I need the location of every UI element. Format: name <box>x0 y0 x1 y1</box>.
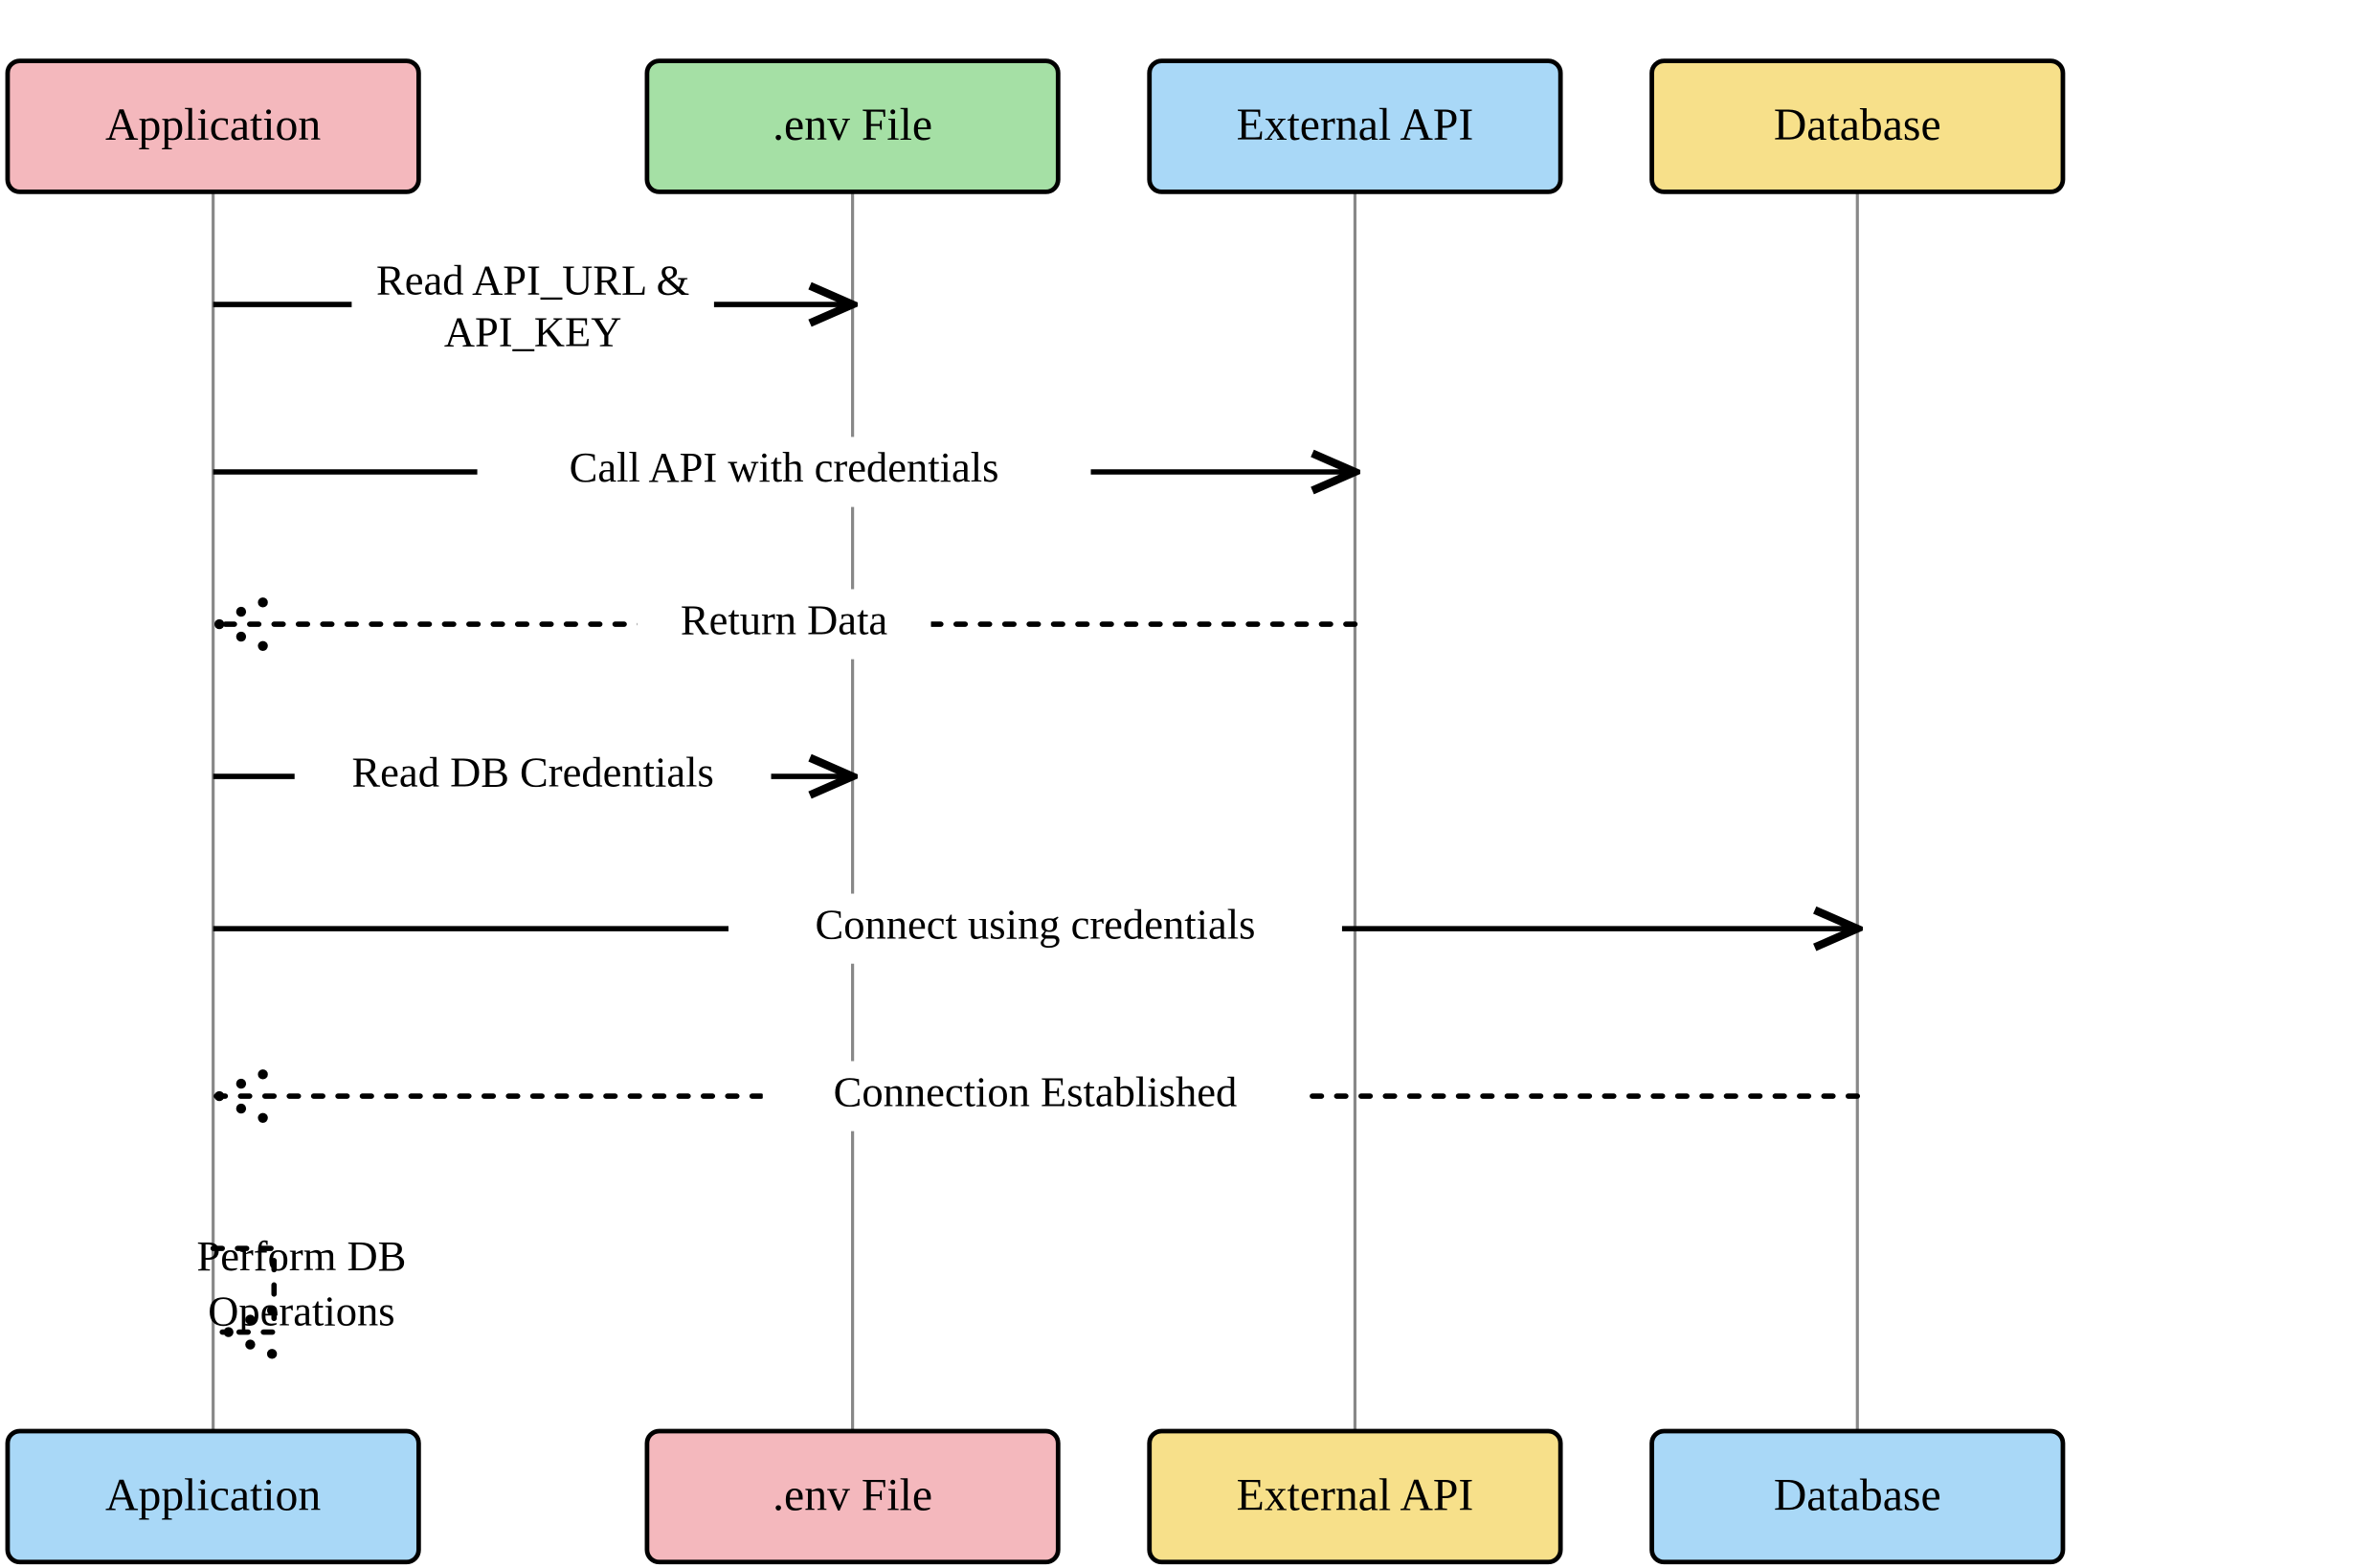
sequence-diagram: Read API_URL &API_KEY Call API with crede… <box>0 0 2375 1568</box>
message-2-label: Return Data <box>681 595 888 643</box>
participant-api-bottom-label: External API <box>1237 1469 1474 1520</box>
message-0-label: Read API_URL & <box>376 257 689 304</box>
message-1-label: Call API with credentials <box>570 443 999 491</box>
participant-env-top-label: .env File <box>773 100 932 150</box>
participant-api-top-label: External API <box>1237 100 1474 150</box>
participant-app-bottom-label: Application <box>105 1469 321 1520</box>
message-6-label2: Operations <box>208 1287 394 1334</box>
participant-db-bottom-label: Database <box>1774 1469 1941 1520</box>
participant-app-top-label: Application <box>105 100 321 150</box>
message-6-label: Perform DB <box>196 1232 406 1280</box>
participant-env-bottom-label: .env File <box>773 1469 932 1520</box>
message-5-label: Connection Established <box>834 1067 1238 1115</box>
message-0-label2: API_KEY <box>444 308 621 356</box>
participant-db-top-label: Database <box>1774 100 1941 150</box>
message-3-label: Read DB Credentials <box>351 748 713 795</box>
message-4-label: Connect using credentials <box>816 900 1256 948</box>
